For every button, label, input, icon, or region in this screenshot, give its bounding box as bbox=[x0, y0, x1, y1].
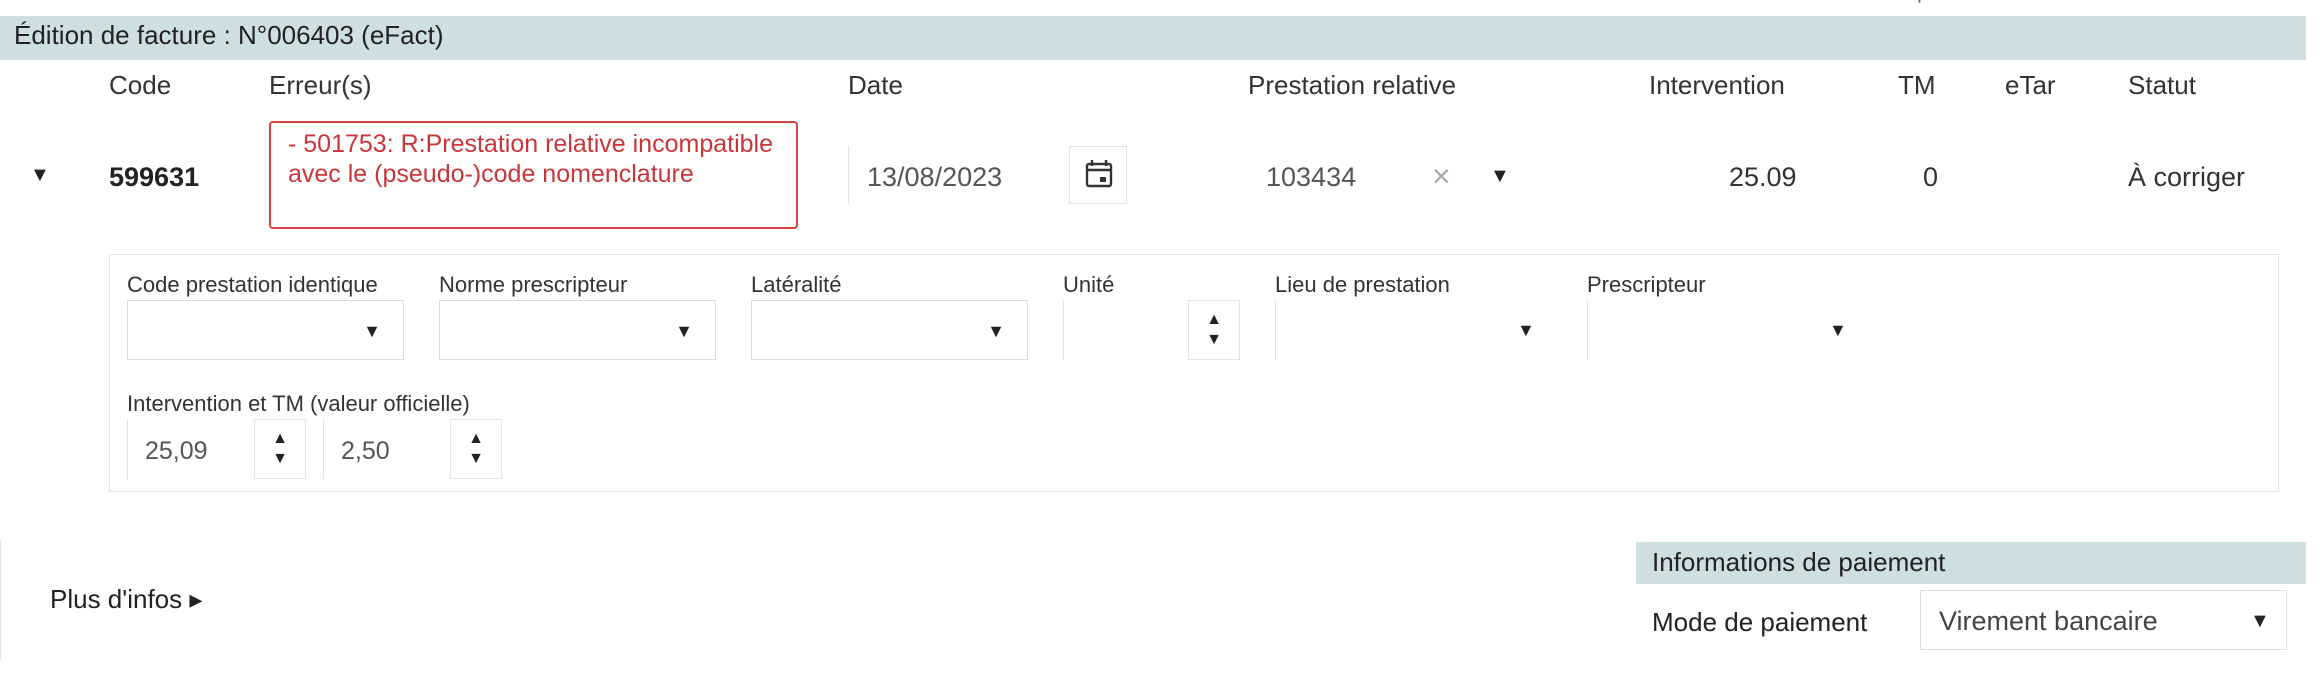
norme-prescripteur-select[interactable]: ▼ bbox=[439, 300, 716, 360]
column-header-prestation: Prestation relative bbox=[1248, 70, 1457, 100]
chevron-down-icon[interactable]: ▼ bbox=[1829, 320, 1847, 341]
label-intervention-tm: Intervention et TM (valeur officielle) bbox=[127, 391, 470, 416]
payment-mode-label: Mode de paiement bbox=[1652, 607, 1868, 637]
calendar-button[interactable] bbox=[1069, 146, 1127, 204]
code-prestation-identique-select[interactable]: ▼ bbox=[127, 300, 404, 360]
intervention-official-value[interactable]: 25,09 bbox=[145, 437, 208, 466]
caret-down-icon[interactable]: ▼ bbox=[30, 164, 50, 187]
chevron-down-icon: ▼ bbox=[363, 321, 381, 341]
column-header-statut: Statut bbox=[2128, 70, 2196, 100]
chevron-down-icon[interactable]: ▼ bbox=[1517, 320, 1535, 341]
invoice-title: Édition de facture : N°006403 (eFact) bbox=[14, 20, 444, 50]
label-prescripteur: Prescripteur bbox=[1587, 272, 1706, 297]
spinner-up-icon[interactable]: ▲ bbox=[255, 431, 305, 447]
row-intervention: 25.09 bbox=[1729, 162, 1797, 192]
intervention-field-divider bbox=[127, 419, 128, 479]
lieu-field-divider bbox=[1275, 300, 1276, 360]
prescripteur-field-divider bbox=[1587, 300, 1588, 360]
column-header-tm: TM bbox=[1898, 70, 1936, 100]
payment-mode-value[interactable]: Virement bancaire bbox=[1939, 606, 2158, 637]
tm-field-divider bbox=[323, 419, 324, 479]
spinner-up-icon[interactable]: ▲ bbox=[451, 431, 501, 447]
label-unite: Unité bbox=[1063, 272, 1115, 297]
truncated-top-text: Dossier et l'accord du patient. bbox=[1700, 0, 2100, 8]
column-header-etar: eTar bbox=[2005, 70, 2056, 100]
unite-spinner[interactable]: ▲ ▼ bbox=[1188, 300, 1240, 360]
chevron-down-icon: ▼ bbox=[987, 321, 1005, 341]
chevron-down-icon[interactable]: ▼ bbox=[2250, 610, 2270, 633]
spinner-down-icon[interactable]: ▼ bbox=[451, 451, 501, 467]
unite-field-divider bbox=[1063, 300, 1064, 360]
label-code-prestation-identique: Code prestation identique bbox=[127, 272, 378, 297]
chevron-down-icon: ▼ bbox=[675, 321, 693, 341]
row-tm: 0 bbox=[1923, 162, 1939, 192]
prestation-value[interactable]: 103434 bbox=[1266, 162, 1356, 193]
date-value[interactable]: 13/08/2023 bbox=[867, 162, 1002, 193]
column-header-code: Code bbox=[109, 70, 172, 100]
tm-official-value[interactable]: 2,50 bbox=[341, 437, 390, 466]
chevron-down-icon[interactable]: ▼ bbox=[1490, 165, 1510, 188]
calendar-icon bbox=[1085, 160, 1113, 188]
spinner-down-icon[interactable]: ▼ bbox=[1189, 332, 1239, 348]
label-lieu-prestation: Lieu de prestation bbox=[1275, 272, 1450, 297]
section-divider bbox=[0, 540, 1, 660]
column-header-date: Date bbox=[848, 70, 903, 100]
close-icon[interactable]: × bbox=[1432, 158, 1451, 195]
error-message-box: - 501753: R:Prestation relative incompat… bbox=[269, 121, 798, 229]
label-lateralite: Latéralité bbox=[751, 272, 842, 297]
payment-title: Informations de paiement bbox=[1652, 547, 1946, 577]
row-statut: À corriger bbox=[2128, 162, 2246, 192]
plus-infos-link[interactable]: Plus d'infos ▸ bbox=[50, 584, 202, 615]
tm-spinner[interactable]: ▲ ▼ bbox=[450, 419, 502, 479]
spinner-down-icon[interactable]: ▼ bbox=[255, 451, 305, 467]
intervention-spinner[interactable]: ▲ ▼ bbox=[254, 419, 306, 479]
row-code: 599631 bbox=[109, 162, 200, 192]
detail-panel bbox=[109, 254, 2279, 492]
column-header-intervention: Intervention bbox=[1649, 70, 1785, 100]
spinner-up-icon[interactable]: ▲ bbox=[1189, 312, 1239, 328]
lateralite-select[interactable]: ▼ bbox=[751, 300, 1028, 360]
column-header-errors: Erreur(s) bbox=[269, 70, 372, 100]
label-norme-prescripteur: Norme prescripteur bbox=[439, 272, 628, 297]
